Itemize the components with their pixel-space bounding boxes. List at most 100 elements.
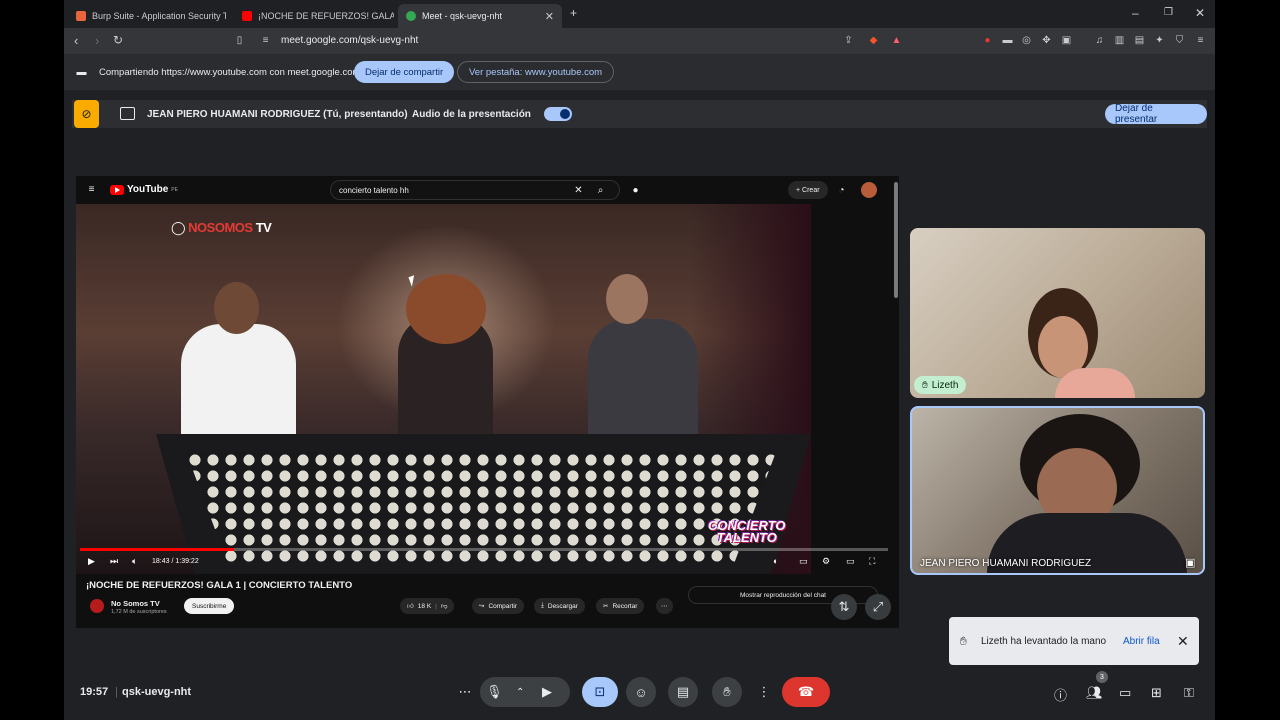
youtube-logo[interactable]: YouTube PE: [110, 184, 178, 195]
fullscreen-icon[interactable]: ⛶: [869, 556, 875, 567]
subtitles-icon[interactable]: ▭: [799, 556, 808, 567]
channel-avatar[interactable]: [90, 599, 104, 613]
volume-icon[interactable]: 🔈︎: [132, 556, 137, 567]
close-icon[interactable]: ✕: [1177, 633, 1189, 650]
host-controls-icon[interactable]: ⚿: [1184, 685, 1194, 701]
more-options-button[interactable]: ⋯: [450, 677, 480, 707]
sidebar-icon[interactable]: ▥: [1114, 35, 1125, 46]
extensions-puzzle-icon[interactable]: ✥: [1041, 35, 1052, 46]
youtube-icon: [242, 11, 252, 21]
scrollbar[interactable]: [894, 182, 898, 298]
presentation-audio-toggle[interactable]: [544, 107, 572, 121]
chat-icon[interactable]: ▭: [1119, 685, 1131, 701]
hamburger-icon[interactable]: ≡: [86, 184, 97, 195]
url-text[interactable]: meet.google.com/qsk-uevg-nht: [281, 35, 418, 46]
meeting-clock: 19:57: [80, 686, 109, 698]
extension-gamepad-icon[interactable]: ◎: [1021, 35, 1032, 46]
thumbs-down-icon[interactable]: 👎︎: [441, 602, 448, 610]
autoplay-toggle-icon[interactable]: ◐: [773, 556, 778, 566]
youtube-header: ≡ YouTube PE concierto talento hh ✕ ⌕ ● …: [76, 176, 899, 204]
stop-presenting-button[interactable]: Dejar de presentar: [1105, 103, 1207, 125]
raised-hand-icon: ✋︎: [922, 379, 928, 391]
progress-bar[interactable]: [80, 548, 888, 551]
more-vert-button[interactable]: ⋮: [754, 677, 774, 707]
clear-search-icon[interactable]: ✕: [573, 185, 584, 196]
mic-icon[interactable]: 🎙︎: [486, 684, 503, 700]
tile-options-icon[interactable]: ▣: [1185, 556, 1195, 569]
more-vert-icon: ⋮: [757, 684, 771, 699]
more-actions-button[interactable]: ⋯: [656, 598, 673, 614]
leave-call-button[interactable]: ☎: [782, 677, 830, 707]
extension-red-icon[interactable]: ●: [982, 35, 993, 46]
tab-meet[interactable]: Meet - qsk-uevg-nht ✕: [398, 4, 562, 28]
channel-name[interactable]: No Somos TV: [111, 599, 160, 608]
search-icon[interactable]: ⌕: [595, 185, 606, 196]
clip-label: Recortar: [612, 602, 638, 610]
participant-tile-self[interactable]: JEAN PIERO HUAMANI RODRIGUEZ ▣: [910, 406, 1205, 575]
meeting-code: qsk-uevg-nht: [122, 686, 192, 698]
notifications-icon[interactable]: ◔: [836, 185, 847, 196]
back-icon[interactable]: ‹: [74, 33, 78, 48]
captions-button[interactable]: ▤: [668, 677, 698, 707]
raise-hand-button[interactable]: ✋︎: [712, 677, 742, 707]
minimize-icon[interactable]: –: [1132, 6, 1139, 20]
next-icon[interactable]: ⏭: [110, 556, 118, 567]
meeting-info-icon[interactable]: ⓘ: [1054, 685, 1067, 704]
raised-hand-badge: ✋︎ Lizeth: [914, 376, 967, 394]
browser-window: Burp Suite - Application Security Testi …: [64, 0, 1215, 720]
wallet-icon[interactable]: ▤: [1134, 35, 1145, 46]
video-player[interactable]: ◯ NOSOMOS TV CONCIERTO TALENTO: [76, 204, 811, 574]
extension-icon[interactable]: ▬: [1002, 35, 1013, 46]
download-button[interactable]: ⤓ Descargar: [534, 598, 585, 614]
share-button[interactable]: ↪ Compartir: [472, 598, 524, 614]
subscribe-button[interactable]: Suscribirme: [184, 598, 235, 614]
youtube-search-input[interactable]: concierto talento hh ✕ ⌕: [330, 180, 620, 200]
people-icon[interactable]: 👥︎: [1086, 685, 1103, 701]
download-label: Descargar: [547, 602, 578, 610]
expand-icon[interactable]: ⤢: [865, 594, 891, 620]
settings-gear-icon[interactable]: ⚙: [822, 556, 830, 567]
music-icon[interactable]: ♫: [1094, 35, 1105, 46]
youtube-play-icon: [110, 184, 124, 195]
view-tab-button[interactable]: Ver pestaña: www.youtube.com: [457, 61, 615, 83]
forward-icon[interactable]: ›: [95, 33, 99, 48]
site-info-icon[interactable]: ≡: [260, 35, 271, 46]
share-icon[interactable]: ⇪: [843, 35, 854, 46]
participant-name: Lizeth: [931, 379, 959, 391]
create-button[interactable]: + Crear: [788, 181, 828, 199]
close-tab-icon[interactable]: ✕: [545, 10, 554, 23]
tab-youtube[interactable]: ¡NOCHE DE REFUERZOS! GALA 1: [234, 4, 394, 28]
chevron-up-icon[interactable]: ⌃: [516, 687, 524, 698]
present-button[interactable]: ⊡: [582, 677, 618, 707]
new-tab-icon[interactable]: +: [570, 6, 577, 20]
swap-icon[interactable]: ⇅: [831, 594, 857, 620]
open-queue-link[interactable]: Abrir fila: [1123, 636, 1160, 647]
leo-ai-icon[interactable]: ✦: [1154, 35, 1165, 46]
brave-shield-icon[interactable]: ◆: [868, 35, 879, 46]
clip-button[interactable]: ✂ Recortar: [596, 598, 645, 614]
close-window-icon[interactable]: ✕: [1195, 6, 1205, 20]
like-button[interactable]: 👍︎ 18 K | 👎︎: [400, 598, 455, 614]
restore-icon[interactable]: ❐: [1164, 7, 1173, 18]
brave-rewards-icon[interactable]: ▲: [891, 35, 902, 46]
more-icon: ⋯: [661, 603, 668, 610]
microphone-icon[interactable]: ●: [630, 185, 641, 196]
reload-icon[interactable]: ↻: [113, 33, 123, 47]
avatar[interactable]: [861, 182, 877, 198]
activities-icon[interactable]: ⊞: [1151, 685, 1162, 701]
sharing-text: Compartiendo https://www.youtube.com con…: [99, 67, 361, 78]
participant-tile-lizeth[interactable]: ✋︎ Lizeth: [910, 228, 1205, 398]
participant-shirt: [1055, 368, 1135, 398]
menu-icon[interactable]: ≡: [1195, 35, 1206, 46]
subscriber-count: 1,72 M de suscriptores: [111, 609, 167, 615]
extension-box-icon[interactable]: ▣: [1061, 35, 1072, 46]
play-icon[interactable]: ▶: [88, 556, 95, 567]
tab-burp[interactable]: Burp Suite - Application Security Testi: [68, 4, 226, 28]
camera-icon[interactable]: ▶: [542, 684, 552, 700]
bookmark-icon[interactable]: ▯: [234, 35, 245, 46]
vpn-icon[interactable]: ⛉: [1174, 35, 1185, 46]
reactions-button[interactable]: ☺: [626, 677, 656, 707]
stop-sharing-button[interactable]: Dejar de compartir: [354, 61, 455, 83]
share-label: Compartir: [488, 602, 517, 610]
theater-mode-icon[interactable]: ▭: [846, 556, 855, 567]
